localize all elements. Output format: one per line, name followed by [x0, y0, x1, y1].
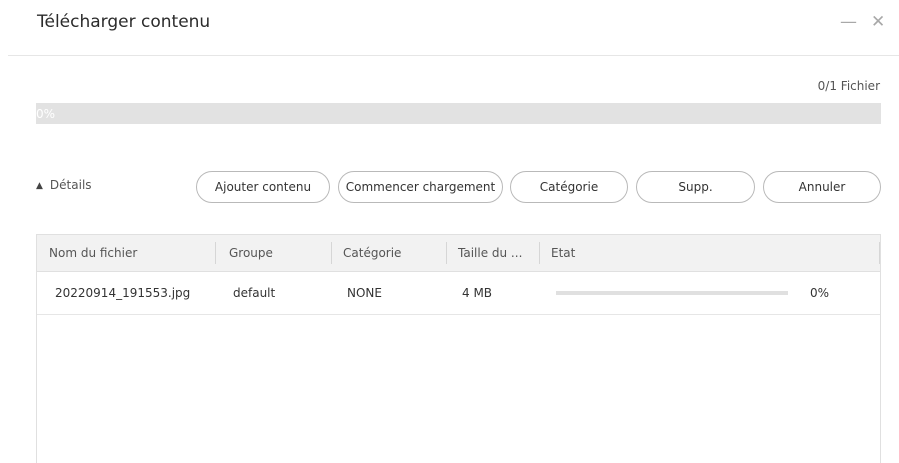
close-icon[interactable]: ✕ — [871, 12, 885, 32]
details-label: Détails — [49, 178, 92, 192]
column-header-group[interactable]: Groupe — [229, 235, 273, 271]
column-divider[interactable] — [539, 242, 540, 264]
category-cell: NONE — [347, 286, 382, 300]
column-divider[interactable] — [331, 242, 332, 264]
column-header-status[interactable]: Etat — [551, 235, 575, 271]
dialog-title: Télécharger contenu — [37, 12, 211, 32]
minimize-icon[interactable]: — — [840, 12, 857, 32]
upload-dialog: Télécharger contenu — ✕ 0/1 Fichier 0% ▲… — [0, 0, 899, 463]
file-table: Nom du fichier Groupe Catégorie Taille d… — [36, 234, 881, 463]
column-divider[interactable] — [446, 242, 447, 264]
table-row[interactable]: 20220914_191553.jpg default NONE 4 MB 0% — [37, 272, 880, 315]
start-upload-button[interactable]: Commencer chargement — [338, 171, 503, 203]
file-count: 0/1 Fichier — [817, 79, 880, 93]
category-button[interactable]: Catégorie — [510, 171, 628, 203]
row-progress-bar — [556, 291, 788, 295]
cancel-button[interactable]: Annuler — [763, 171, 881, 203]
column-header-name[interactable]: Nom du fichier — [49, 235, 137, 271]
header-divider — [8, 55, 899, 56]
overall-progress-bar: 0% — [36, 103, 881, 124]
delete-button[interactable]: Supp. — [636, 171, 755, 203]
add-content-button[interactable]: Ajouter contenu — [196, 171, 330, 203]
table-header: Nom du fichier Groupe Catégorie Taille d… — [37, 235, 880, 272]
overall-progress-percent: 0% — [36, 107, 56, 121]
size-cell: 4 MB — [462, 286, 493, 300]
file-name-cell: 20220914_191553.jpg — [55, 286, 191, 300]
row-progress-percent: 0% — [810, 286, 830, 300]
column-header-category[interactable]: Catégorie — [343, 235, 401, 271]
group-cell: default — [233, 286, 276, 300]
column-divider[interactable] — [215, 242, 216, 264]
column-header-size[interactable]: Taille du ... — [458, 235, 522, 271]
chevron-up-icon: ▲ — [36, 181, 43, 191]
column-divider — [879, 242, 880, 264]
details-toggle[interactable]: ▲ Détails — [36, 178, 92, 192]
